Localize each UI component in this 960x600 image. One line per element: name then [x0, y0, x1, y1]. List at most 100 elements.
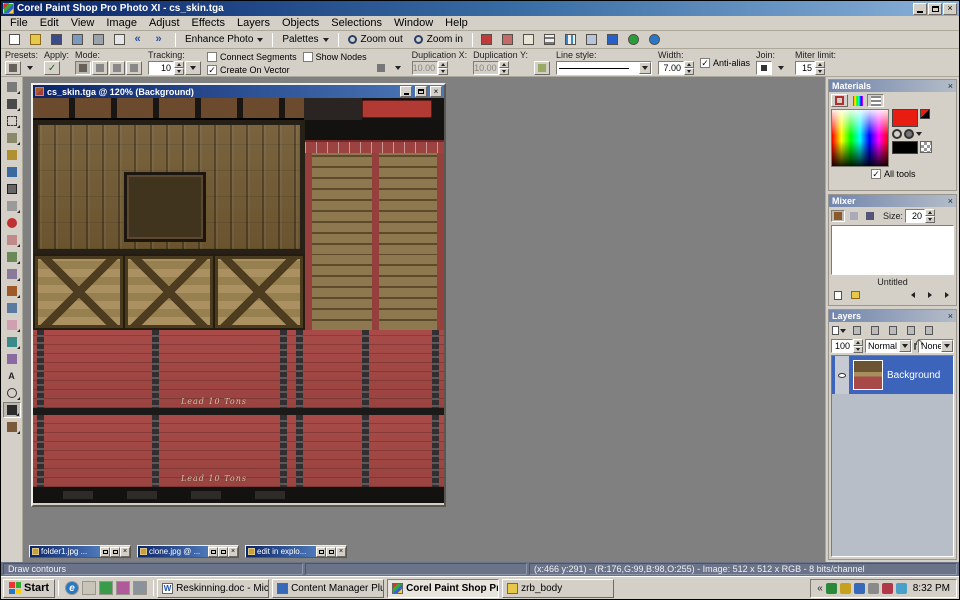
style-gradient-button[interactable] [904, 129, 914, 139]
task-zrb-body-folder[interactable]: zrb_body [502, 579, 614, 598]
foreground-color-swatch[interactable] [892, 109, 918, 127]
mixer-open-page-icon[interactable] [848, 289, 862, 301]
close-button[interactable]: × [943, 3, 957, 15]
grid-icon[interactable] [540, 32, 560, 48]
style-solid-button[interactable] [892, 129, 902, 139]
miter-limit-spinner[interactable]: 15 [795, 61, 825, 75]
mixer-size-spinner[interactable]: 20 [905, 209, 935, 223]
tray-messenger-icon[interactable] [882, 583, 893, 594]
mode-draw-freehand-button[interactable] [109, 61, 125, 75]
menu-window[interactable]: Window [388, 17, 439, 29]
zoom-in-button[interactable]: Zoom in [409, 32, 468, 48]
menu-edit[interactable]: Edit [34, 17, 65, 29]
miter-limit-value[interactable]: 15 [795, 61, 815, 75]
layer-row-background[interactable]: Background [832, 356, 953, 394]
layer-opacity-value[interactable]: 100 [831, 339, 853, 353]
mode-edit-button[interactable] [126, 61, 142, 75]
undo-icon[interactable]: « [130, 32, 150, 48]
join-style-button[interactable] [756, 61, 772, 75]
enhance-photo-button[interactable]: Enhance Photo [180, 32, 268, 48]
help-context-icon[interactable] [645, 32, 665, 48]
width-up[interactable] [684, 61, 694, 68]
line-style-dropdown[interactable] [556, 61, 652, 75]
snap-to-grid-icon[interactable] [603, 32, 623, 48]
show-nodes-checkbox[interactable]: Show Nodes [303, 52, 367, 62]
text-tool[interactable]: A [3, 368, 21, 384]
warp-brush-tool[interactable] [3, 419, 21, 435]
presets-chevron[interactable] [22, 61, 38, 75]
mixer-dropper-icon[interactable] [863, 210, 877, 222]
mixer-size-down[interactable] [925, 216, 935, 223]
start-button[interactable]: Start [3, 579, 55, 598]
min-close-button[interactable]: × [336, 547, 346, 557]
blend-mode-dropdown[interactable]: Normal [865, 339, 912, 353]
join-chevron[interactable] [773, 61, 789, 75]
pick-tool[interactable] [3, 96, 21, 112]
minimized-window-edit[interactable]: edit in explo... × [245, 545, 347, 558]
show-desktop-icon[interactable] [82, 581, 96, 595]
min-restore-button[interactable] [316, 547, 326, 557]
connect-segments-checkbox[interactable]: Connect Segments [207, 52, 297, 62]
min-maximize-button[interactable] [326, 547, 336, 557]
picture-tube-tool[interactable] [3, 351, 21, 367]
makeover-tool[interactable] [3, 232, 21, 248]
menu-effects[interactable]: Effects [186, 17, 231, 29]
minimized-window-folder1[interactable]: folder1.jpg ... × [29, 545, 131, 558]
snap-to-guides-icon[interactable] [582, 32, 602, 48]
width-spinner[interactable]: 7.00 [658, 61, 694, 75]
mail-icon[interactable] [116, 581, 130, 595]
flood-fill-tool[interactable] [3, 334, 21, 350]
paint-brush-tool[interactable] [3, 283, 21, 299]
tray-chevron-icon[interactable]: « [817, 583, 823, 594]
scan-icon[interactable] [88, 32, 108, 48]
opacity-down[interactable] [853, 346, 863, 353]
preferences-icon[interactable] [624, 32, 644, 48]
transparency-toggle[interactable] [920, 141, 932, 153]
anti-alias-checkbox[interactable]: ✓Anti-alias [700, 58, 750, 68]
mixer-menu-icon[interactable] [940, 289, 954, 301]
save-icon[interactable] [46, 32, 66, 48]
selection-tool[interactable] [3, 113, 21, 129]
airbrush-tool[interactable] [3, 300, 21, 316]
menu-layers[interactable]: Layers [231, 17, 276, 29]
new-layer-button[interactable] [831, 324, 847, 337]
canvas-area[interactable]: cs_skin.tga @ 120% (Background) × [23, 77, 825, 562]
min-maximize-button[interactable] [110, 547, 120, 557]
mask-layer-icon[interactable] [903, 324, 919, 337]
presets-dropdown[interactable] [5, 61, 21, 75]
palettes-button[interactable]: Palettes [277, 32, 333, 48]
lock-transparency-icon[interactable] [914, 343, 916, 350]
open-file-icon[interactable] [25, 32, 45, 48]
minimized-window-clone[interactable]: clone.jpg @ ... × [137, 545, 239, 558]
hue-map[interactable] [831, 109, 889, 167]
tray-clock[interactable]: 8:32 PM [910, 583, 950, 594]
mixer-size-up[interactable] [925, 209, 935, 216]
magic-wand-tool[interactable] [3, 147, 21, 163]
preset-shapes-tool[interactable] [3, 385, 21, 401]
rainbow-tab[interactable] [849, 94, 866, 107]
guides-icon[interactable] [561, 32, 581, 48]
crop-tool[interactable] [3, 181, 21, 197]
min-close-button[interactable]: × [228, 547, 238, 557]
link-set-dropdown[interactable]: None [918, 339, 954, 353]
mixer-new-page-icon[interactable] [831, 289, 845, 301]
mixer-close-icon[interactable]: × [948, 197, 953, 206]
zoom-out-button[interactable]: Zoom out [343, 32, 408, 48]
mode-draw-lines-button[interactable] [75, 61, 91, 75]
min-restore-button[interactable] [100, 547, 110, 557]
layer-group-icon[interactable] [885, 324, 901, 337]
capture-setup-icon[interactable] [498, 32, 518, 48]
print-icon[interactable] [109, 32, 129, 48]
width-value[interactable]: 7.00 [658, 61, 684, 75]
tray-update-icon[interactable] [840, 583, 851, 594]
red-eye-tool[interactable] [3, 215, 21, 231]
frame-tab[interactable] [831, 94, 848, 107]
mixer-canvas[interactable] [831, 225, 954, 275]
edit-selection-icon[interactable] [921, 324, 937, 337]
maximize-button[interactable] [928, 3, 942, 15]
miter-down[interactable] [815, 68, 825, 75]
mixer-brush-icon[interactable] [831, 210, 845, 222]
texture-image[interactable]: Lead 10 Tons Lead 10 Tons [33, 98, 444, 503]
materials-titlebar[interactable]: Materials × [829, 80, 956, 92]
tracking-slider-button[interactable] [185, 61, 201, 75]
